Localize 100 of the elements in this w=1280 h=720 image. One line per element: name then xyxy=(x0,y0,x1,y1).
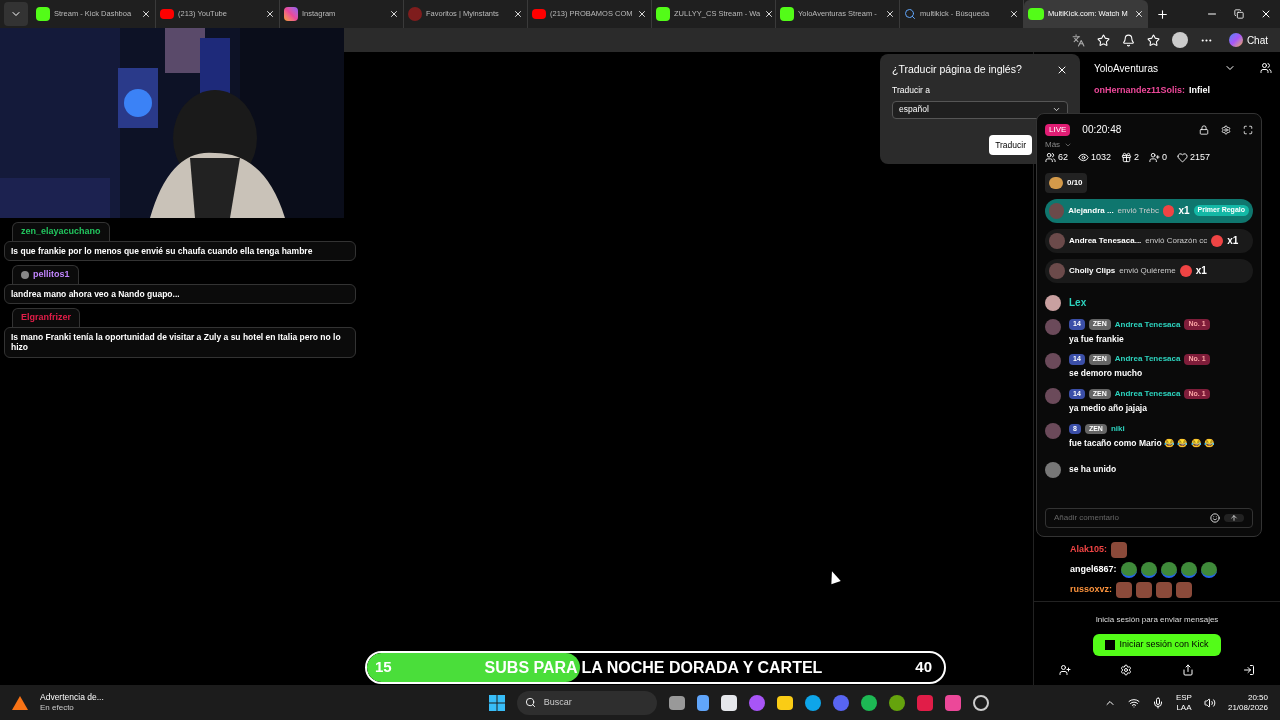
language-value: español xyxy=(899,103,929,116)
keyboard-layout[interactable]: LAA xyxy=(1176,702,1192,713)
share-icon[interactable] xyxy=(1181,663,1194,676)
goal-end: 40 xyxy=(915,657,932,678)
close-icon[interactable] xyxy=(141,9,151,19)
username: angel6867: xyxy=(1070,563,1117,577)
goal-label: SUBS PARA LA NOCHE DORADA Y CARTEL xyxy=(483,657,824,678)
username: Lex xyxy=(1069,296,1087,310)
emote-icon xyxy=(1116,582,1133,598)
live-badge: LIVE xyxy=(1045,123,1071,136)
network-icon[interactable] xyxy=(1127,696,1140,709)
notification-title: Advertencia de... xyxy=(40,692,104,703)
new-tab-icon[interactable] xyxy=(1156,7,1169,21)
close-icon[interactable] xyxy=(389,9,399,19)
settings-icon[interactable] xyxy=(1120,663,1133,676)
username: Alak105: xyxy=(1070,543,1108,557)
username: Andrea Tenesaca xyxy=(1114,353,1181,366)
emote-icon xyxy=(1120,562,1137,578)
username: russoxvz: xyxy=(1070,583,1113,597)
app-icon[interactable] xyxy=(972,694,989,711)
chat-message: ya fue frankie xyxy=(1069,332,1125,346)
close-icon[interactable] xyxy=(885,9,895,19)
emote-icon xyxy=(1180,562,1197,578)
close-icon[interactable] xyxy=(1134,9,1144,19)
clock-time[interactable]: 20:50 xyxy=(1247,692,1268,703)
emoji-icon[interactable] xyxy=(1210,513,1220,523)
avatar xyxy=(1049,232,1065,249)
star-icon[interactable] xyxy=(1096,33,1110,47)
settings-icon[interactable] xyxy=(1221,124,1231,135)
close-icon[interactable] xyxy=(637,9,647,19)
gift-sender: Andrea Tenesaca... xyxy=(1069,234,1142,247)
avatar xyxy=(1045,388,1061,404)
search-placeholder: Buscar xyxy=(543,695,572,709)
microphone-icon[interactable] xyxy=(1151,696,1164,709)
username: Andrea Tenesaca xyxy=(1114,388,1181,400)
gift-sender: Alejandra ... xyxy=(1068,204,1114,217)
emote-icon xyxy=(1156,582,1173,598)
expand-icon[interactable] xyxy=(1243,124,1253,135)
join-notice: se ha unido xyxy=(1069,463,1117,476)
stat-value: 62 xyxy=(1058,151,1068,164)
username: pellitos1 xyxy=(33,268,70,282)
translate-icon[interactable] xyxy=(1071,33,1085,47)
username: Elgranfrizer xyxy=(21,311,71,325)
stat-value: 2 xyxy=(1134,151,1140,164)
search-icon xyxy=(524,697,536,708)
goal-start: 15 xyxy=(375,657,392,678)
translate-button[interactable]: Traducir xyxy=(989,134,1032,156)
stream-timer: 00:20:48 xyxy=(1082,123,1122,137)
emote-icon xyxy=(1200,562,1217,578)
tab-list-button[interactable] xyxy=(4,2,28,26)
close-icon[interactable] xyxy=(513,9,523,19)
field-label: Traducir a xyxy=(892,83,931,97)
users-icon xyxy=(1045,152,1056,164)
gift-count: x1 xyxy=(1195,264,1207,278)
bell-icon[interactable] xyxy=(1121,33,1135,47)
language-select[interactable]: español xyxy=(892,100,1068,119)
restore-icon[interactable] xyxy=(1234,9,1244,19)
close-icon[interactable] xyxy=(764,9,775,19)
search-field[interactable]: Buscar xyxy=(516,690,657,715)
input-language[interactable]: ESP xyxy=(1175,692,1192,703)
chat-message: fue tacaño como Mario 😂 😂 😂 😂 xyxy=(1069,436,1216,450)
login-button[interactable]: Iniciar sesión con Kick xyxy=(1093,634,1221,656)
avatar xyxy=(1045,294,1061,311)
chat-message: landrea mano ahora veo a Nando guapo... xyxy=(4,283,356,305)
avatar xyxy=(1045,318,1061,335)
channel-name: YoloAventuras xyxy=(1094,61,1159,76)
popup-title: ¿Traducir página de inglés? xyxy=(892,62,1022,77)
more-dropdown[interactable]: Más xyxy=(1045,139,1073,151)
volume-icon[interactable] xyxy=(1203,696,1216,709)
gift-action: envió Trébc xyxy=(1117,204,1159,217)
chat-message: se demoro mucho xyxy=(1069,367,1144,380)
app-icon[interactable] xyxy=(888,694,905,711)
close-icon[interactable] xyxy=(265,9,275,19)
comment-field[interactable]: Añadir comentario xyxy=(1045,508,1253,528)
close-icon[interactable] xyxy=(1009,9,1019,19)
avatar xyxy=(1049,262,1065,279)
heart-icon xyxy=(1177,152,1189,164)
chat-message: Is que frankie por lo menos que envié su chaufa cuando ella tenga hambre xyxy=(4,240,356,262)
comment-input[interactable]: Añadir comentario xyxy=(1054,512,1206,524)
chat-message: Infiel xyxy=(1189,84,1211,97)
clock-date[interactable]: 21/08/2026 xyxy=(1227,702,1268,713)
windows-start-icon[interactable] xyxy=(488,694,505,711)
user-plus-icon[interactable] xyxy=(1058,663,1071,676)
users-icon[interactable] xyxy=(1260,62,1272,74)
exit-icon[interactable] xyxy=(1243,663,1256,676)
emote-icon xyxy=(1176,582,1193,598)
lock-icon[interactable] xyxy=(1199,124,1209,135)
username: onHernandez11Solis: xyxy=(1094,84,1186,97)
stat-value: 0 xyxy=(1162,151,1168,164)
gift-action: envió Corazón cc xyxy=(1145,234,1208,247)
login-prompt: Inicia sesión para enviar mensajes xyxy=(1095,614,1219,626)
emote-icon xyxy=(1160,562,1177,578)
favorites-icon[interactable] xyxy=(1146,33,1160,47)
chat-button[interactable]: Chat xyxy=(1224,32,1272,48)
gift-count: x1 xyxy=(1227,234,1239,248)
profile-avatar[interactable] xyxy=(1171,32,1188,48)
send-button[interactable] xyxy=(1224,514,1244,522)
goal-count: 0/10 xyxy=(1067,176,1083,189)
close-icon[interactable] xyxy=(1260,8,1272,20)
stat-value: 2157 xyxy=(1190,151,1211,164)
